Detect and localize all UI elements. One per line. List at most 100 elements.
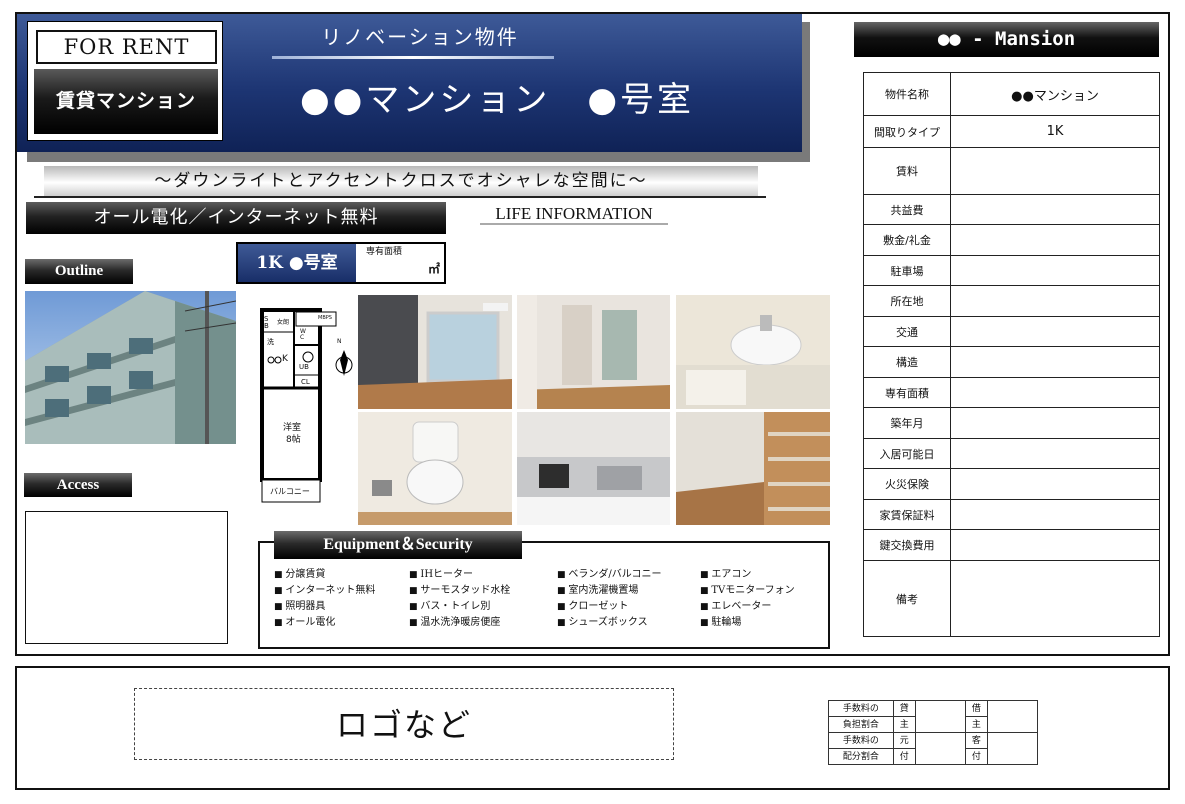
- equipment-item: IHヒーター: [409, 567, 549, 583]
- floorplan-label-c: C: [300, 334, 305, 341]
- building-exterior-photo: [25, 291, 236, 444]
- property-key: 交通: [863, 316, 951, 347]
- equipment-item: サーモスタッド水栓: [409, 583, 549, 599]
- property-key: 備考: [863, 560, 951, 637]
- table-row: 築年月: [863, 407, 1160, 439]
- equipment-item: 分譲賃貸: [274, 567, 404, 583]
- fee-party: 付: [892, 748, 916, 765]
- fee-value: [987, 732, 1038, 765]
- table-row: 共益費: [863, 194, 1160, 225]
- photo-washbasin: [676, 295, 830, 409]
- table-row: 入居可能日: [863, 438, 1160, 469]
- photo-shoe-closet: [676, 412, 830, 525]
- property-value: [950, 316, 1160, 347]
- floorplan-label-b: B: [264, 322, 269, 330]
- fee-value: [914, 732, 966, 765]
- equipment-item: シューズボックス: [557, 615, 697, 631]
- table-row: 物件名称 ●●マンション: [863, 72, 1160, 116]
- equipment-column-1: 分譲賃貸 インターネット無料 照明器具 オール電化: [274, 567, 404, 631]
- table-row: 備考: [863, 560, 1160, 637]
- property-key: 共益費: [863, 194, 951, 225]
- photo-living-room: [358, 295, 512, 409]
- property-key: 賃料: [863, 147, 951, 195]
- renovation-underline: [272, 56, 554, 59]
- equipment-item: クローゼット: [557, 599, 697, 615]
- fee-party: 元: [892, 732, 916, 749]
- table-row: 間取りタイプ 1K: [863, 115, 1160, 148]
- equipment-item: 温水洗浄暖房便座: [409, 615, 549, 631]
- photo-toilet: [358, 412, 512, 525]
- property-value: [950, 438, 1160, 469]
- property-key: 入居可能日: [863, 438, 951, 469]
- property-value: [950, 224, 1160, 256]
- property-value: [950, 407, 1160, 439]
- property-value: [950, 499, 1160, 530]
- property-key: 駐車場: [863, 255, 951, 286]
- table-row: 手数料の 元 客: [828, 732, 1038, 765]
- compass-north: N: [337, 338, 342, 345]
- logo-placeholder: ロゴなど: [134, 688, 674, 760]
- for-rent-label: FOR RENT: [36, 30, 217, 64]
- equipment-item: 照明器具: [274, 599, 404, 615]
- table-row: 交通: [863, 316, 1160, 347]
- property-value: [950, 285, 1160, 317]
- property-key: 物件名称: [863, 72, 951, 116]
- table-row: 家賃保証料: [863, 499, 1160, 530]
- floor-area-unit: ㎡: [427, 262, 440, 276]
- rental-mansion-label: 賃貸マンション: [34, 69, 218, 134]
- equipment-item: インターネット無料: [274, 583, 404, 599]
- property-value: [950, 194, 1160, 225]
- property-value: [950, 560, 1160, 637]
- property-value: ●●マンション: [950, 72, 1160, 116]
- property-value: [950, 529, 1160, 561]
- fee-label: 配分割合: [828, 748, 894, 765]
- floorplan-label-cl: CL: [301, 378, 310, 386]
- floorplan-label-wash: 洗: [267, 338, 274, 346]
- equipment-column-3: ベランダ/バルコニー 室内洗濯機置場 クローゼット シューズボックス: [557, 567, 697, 631]
- property-value: [950, 377, 1160, 408]
- photo-hallway: [517, 295, 670, 409]
- property-key: 間取りタイプ: [863, 115, 951, 148]
- property-key: 家賃保証料: [863, 499, 951, 530]
- catchphrase: ～ダウンライトとアクセントクロスでオシャレな空間に～: [44, 166, 758, 196]
- property-key: 所在地: [863, 285, 951, 317]
- fee-party: 付: [964, 748, 989, 765]
- property-key: 構造: [863, 346, 951, 378]
- access-map-box: [25, 511, 228, 644]
- renovation-label: リノベーション物件: [321, 25, 519, 49]
- access-tag: Access: [24, 473, 132, 497]
- equipment-column-4: エアコン TVモニターフォン エレベーター 駐輪場: [700, 567, 825, 631]
- property-key: 築年月: [863, 407, 951, 439]
- fee-party: 主: [964, 716, 989, 733]
- fee-value: [987, 700, 1038, 733]
- fee-party: 借: [964, 700, 989, 717]
- floorplan-label-entrance: 女朗: [277, 319, 290, 326]
- equipment-item: TVモニターフォン: [700, 583, 825, 599]
- property-value: [950, 346, 1160, 378]
- floorplan-label-ub: UB: [299, 363, 309, 371]
- building-name-title: ●●マンション ●号室: [300, 80, 695, 120]
- table-row: 所在地: [863, 285, 1160, 317]
- fee-label: 手数料の: [828, 732, 894, 749]
- catchphrase-rule: [34, 196, 766, 198]
- fee-ratio-table: 手数料の 貸 借 負担割合 主 主 手数料の 元 客 配分割合 付 付: [828, 700, 1038, 765]
- equipment-security-tag: Equipment＆Security: [274, 531, 522, 559]
- equipment-item: 室内洗濯機置場: [557, 583, 697, 599]
- table-row: 手数料の 貸 借: [828, 700, 1038, 733]
- table-row: 駐車場: [863, 255, 1160, 286]
- property-key: 火災保険: [863, 468, 951, 500]
- floorplan-label-kitchen: K: [282, 354, 288, 364]
- equipment-item: ベランダ/バルコニー: [557, 567, 697, 583]
- fee-party: 客: [964, 732, 989, 749]
- property-value: [950, 255, 1160, 286]
- equipment-item: 駐輪場: [700, 615, 825, 631]
- property-value: [950, 147, 1160, 195]
- life-information-heading: LIFE INFORMATION: [480, 203, 668, 225]
- floorplan-label-balcony: バルコニー: [270, 487, 310, 496]
- photo-kitchen: [517, 412, 670, 525]
- fee-value: [914, 700, 966, 733]
- fee-label: 手数料の: [828, 700, 894, 717]
- table-row: 賃料: [863, 147, 1160, 195]
- property-key: 鍵交換費用: [863, 529, 951, 561]
- mansion-header: ●● - Mansion: [854, 22, 1159, 57]
